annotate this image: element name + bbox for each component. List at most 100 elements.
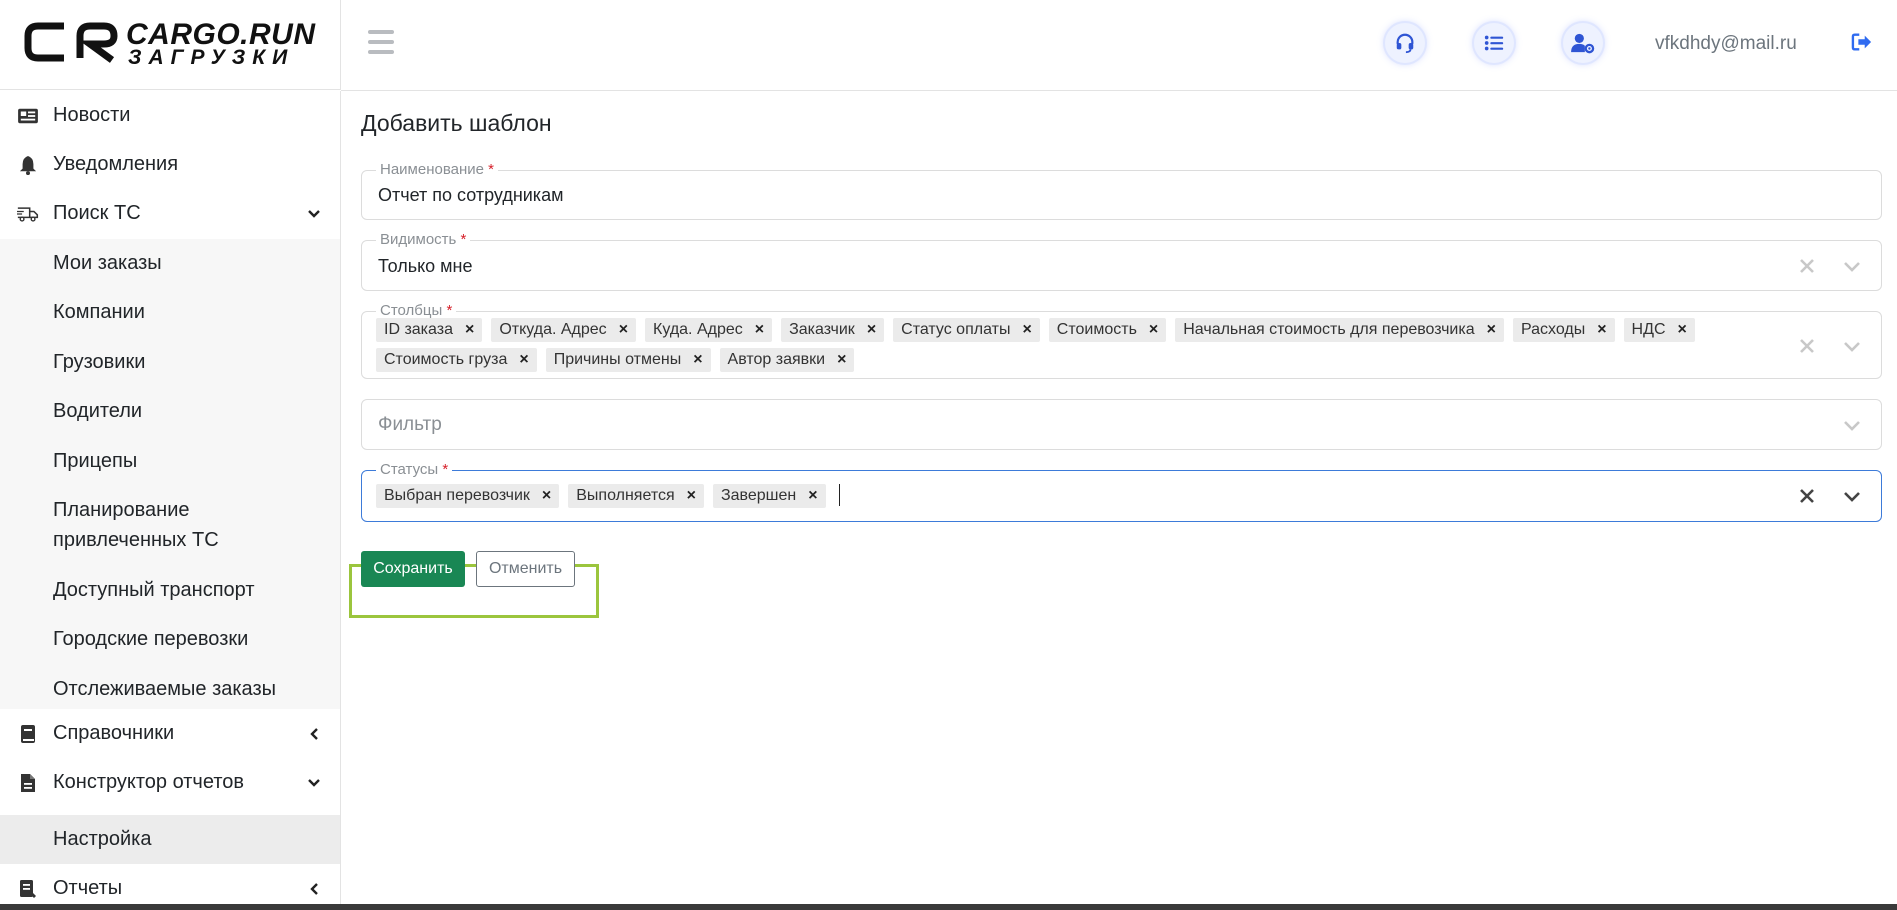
- status-chip: Выполняется ×: [568, 484, 704, 508]
- column-chip: Начальная стоимость для перевозчика ×: [1175, 318, 1504, 342]
- remove-chip-icon[interactable]: ×: [1487, 321, 1496, 339]
- clear-icon[interactable]: [1798, 337, 1816, 355]
- columns-chip-row: ID заказа × Откуда. Адрес × Куда. Адрес × З…: [376, 318, 1695, 342]
- columns-chip-row: Стоимость груза × Причины отмены × Автор з…: [376, 348, 1695, 372]
- bell-icon: [17, 154, 39, 176]
- sidebar-item-label: Уведомления: [53, 153, 179, 175]
- sidebar-item-news[interactable]: Новости: [0, 91, 340, 140]
- columns-field-label: Столбцы *: [376, 303, 457, 319]
- chevron-down-icon[interactable]: [1842, 486, 1862, 506]
- chevron-down-icon: [308, 778, 320, 787]
- filter-placeholder: Фильтр: [378, 414, 442, 435]
- sidebar-subitem-my-orders[interactable]: Мои заказы: [53, 248, 162, 278]
- status-chip: Выбран перевозчик ×: [376, 484, 560, 508]
- column-chip: Расходы ×: [1512, 318, 1615, 342]
- cargo-run-logo-icon: [24, 22, 118, 63]
- chevron-down-icon[interactable]: [1842, 256, 1862, 276]
- sidebar-subitem-settings: Настройка: [53, 828, 152, 850]
- sidebar-subitem-planning[interactable]: Планирование: [53, 495, 190, 525]
- remove-chip-icon[interactable]: ×: [465, 321, 474, 339]
- chevron-left-icon: [310, 727, 318, 740]
- chevron-down-icon[interactable]: [1842, 336, 1862, 356]
- sidebar: Новости Уведомления Поиск ТС Мои заказы …: [0, 91, 341, 904]
- chevron-left-icon: [310, 882, 318, 895]
- book-icon: [17, 723, 39, 745]
- sidebar-subitem-tracked-orders[interactable]: Отслеживаемые заказы: [53, 674, 276, 704]
- cancel-button[interactable]: Отменить: [476, 551, 575, 587]
- logo-subtitle: ЗАГРУЗКИ: [128, 46, 295, 69]
- remove-chip-icon[interactable]: ×: [519, 351, 528, 369]
- remove-chip-icon[interactable]: ×: [1678, 321, 1687, 339]
- column-chip: Откуда. Адрес ×: [491, 318, 637, 342]
- remove-chip-icon[interactable]: ×: [808, 487, 817, 505]
- remove-chip-icon[interactable]: ×: [619, 321, 628, 339]
- remove-chip-icon[interactable]: ×: [1149, 321, 1158, 339]
- remove-chip-icon[interactable]: ×: [542, 487, 551, 505]
- logo-area: CARGO.RUN ЗАГРУЗКИ: [0, 0, 341, 90]
- sidebar-subitem-city-transport[interactable]: Городские перевозки: [53, 624, 248, 654]
- column-chip: НДС ×: [1623, 318, 1695, 342]
- statuses-field-label: Статусы *: [376, 462, 453, 478]
- columns-chips: ID заказа × Откуда. Адрес × Куда. Адрес × З…: [376, 318, 1695, 378]
- vehicle-search-submenu: Мои заказы Компании Грузовики Водители П…: [0, 239, 340, 709]
- remove-chip-icon[interactable]: ×: [867, 321, 876, 339]
- sidebar-item-label: Справочники: [53, 722, 175, 744]
- clear-icon[interactable]: [1798, 487, 1816, 505]
- remove-chip-icon[interactable]: ×: [693, 351, 702, 369]
- column-chip: Причины отмены ×: [545, 348, 711, 372]
- columns-select[interactable]: Столбцы * ID заказа × Откуда. Адрес × Куда…: [361, 303, 1882, 379]
- sidebar-item-vehicle-search[interactable]: Поиск ТС: [0, 189, 340, 238]
- remove-chip-icon[interactable]: ×: [837, 351, 846, 369]
- statuses-select[interactable]: Статусы * Выбран перевозчик × Выполняется…: [361, 462, 1882, 522]
- filter-select[interactable]: Фильтр: [361, 399, 1882, 450]
- bottom-strip: [0, 904, 1897, 910]
- sidebar-subitem-available-transport[interactable]: Доступный транспорт: [53, 575, 255, 605]
- sign-out-icon[interactable]: [1851, 32, 1873, 57]
- sidebar-item-label: Новости: [53, 104, 131, 126]
- remove-chip-icon[interactable]: ×: [1597, 321, 1606, 339]
- list-icon[interactable]: [1474, 23, 1514, 63]
- remove-chip-icon[interactable]: ×: [687, 487, 696, 505]
- sidebar-subitem-planning-line2[interactable]: привлеченных ТС: [53, 525, 219, 555]
- name-field[interactable]: Наименование * Отчет по сотрудникам: [361, 162, 1882, 220]
- visibility-value: Только мне: [378, 256, 473, 276]
- remove-chip-icon[interactable]: ×: [1022, 321, 1031, 339]
- top-bar: vfkdhdy@mail.ru: [341, 0, 1897, 91]
- remove-chip-icon[interactable]: ×: [755, 321, 764, 339]
- visibility-select[interactable]: Видимость * Только мне: [361, 232, 1882, 291]
- name-input[interactable]: Отчет по сотрудникам: [378, 185, 563, 206]
- page-title: Добавить шаблон: [361, 110, 552, 136]
- sidebar-subitem-drivers[interactable]: Водители: [53, 396, 142, 426]
- newspaper-icon: [17, 105, 39, 127]
- sidebar-item-label: Отчеты: [53, 877, 123, 899]
- save-button[interactable]: Сохранить: [361, 551, 465, 587]
- sidebar-subitem-trucks[interactable]: Грузовики: [53, 347, 145, 377]
- sidebar-subitem-companies[interactable]: Компании: [53, 297, 145, 327]
- text-caret: [838, 484, 840, 506]
- sidebar-item-report-builder[interactable]: Конструктор отчетов: [0, 758, 340, 807]
- column-chip: ID заказа ×: [376, 318, 483, 342]
- sidebar-item-notifications[interactable]: Уведомления: [0, 140, 340, 189]
- sidebar-item-directories[interactable]: Справочники: [0, 709, 340, 758]
- chevron-down-icon[interactable]: [1842, 415, 1862, 435]
- sidebar-item-label: Конструктор отчетов: [53, 771, 244, 793]
- report-icon: [17, 878, 39, 900]
- sidebar-subitem-trailers[interactable]: Прицепы: [53, 446, 137, 476]
- sidebar-item-label: Поиск ТС: [53, 202, 141, 224]
- user-settings-icon[interactable]: [1563, 23, 1603, 63]
- user-email[interactable]: vfkdhdy@mail.ru: [1655, 33, 1797, 55]
- visibility-field-label: Видимость *: [376, 232, 471, 248]
- headset-icon[interactable]: [1385, 23, 1425, 63]
- column-chip: Куда. Адрес ×: [645, 318, 773, 342]
- clear-icon[interactable]: [1798, 257, 1816, 275]
- sidebar-item-reports[interactable]: Отчеты: [0, 864, 340, 904]
- column-chip: Заказчик ×: [781, 318, 885, 342]
- file-icon: [17, 772, 39, 794]
- statuses-chip-row: Выбран перевозчик × Выполняется × Завершен…: [376, 484, 840, 508]
- sidebar-subitem-settings-active[interactable]: Настройка: [0, 815, 340, 864]
- name-field-label: Наименование *: [376, 162, 498, 178]
- hamburger-menu-icon[interactable]: [368, 30, 394, 54]
- column-chip: Автор заявки ×: [719, 348, 855, 372]
- truck-icon: [17, 203, 39, 225]
- column-chip: Статус оплаты ×: [893, 318, 1040, 342]
